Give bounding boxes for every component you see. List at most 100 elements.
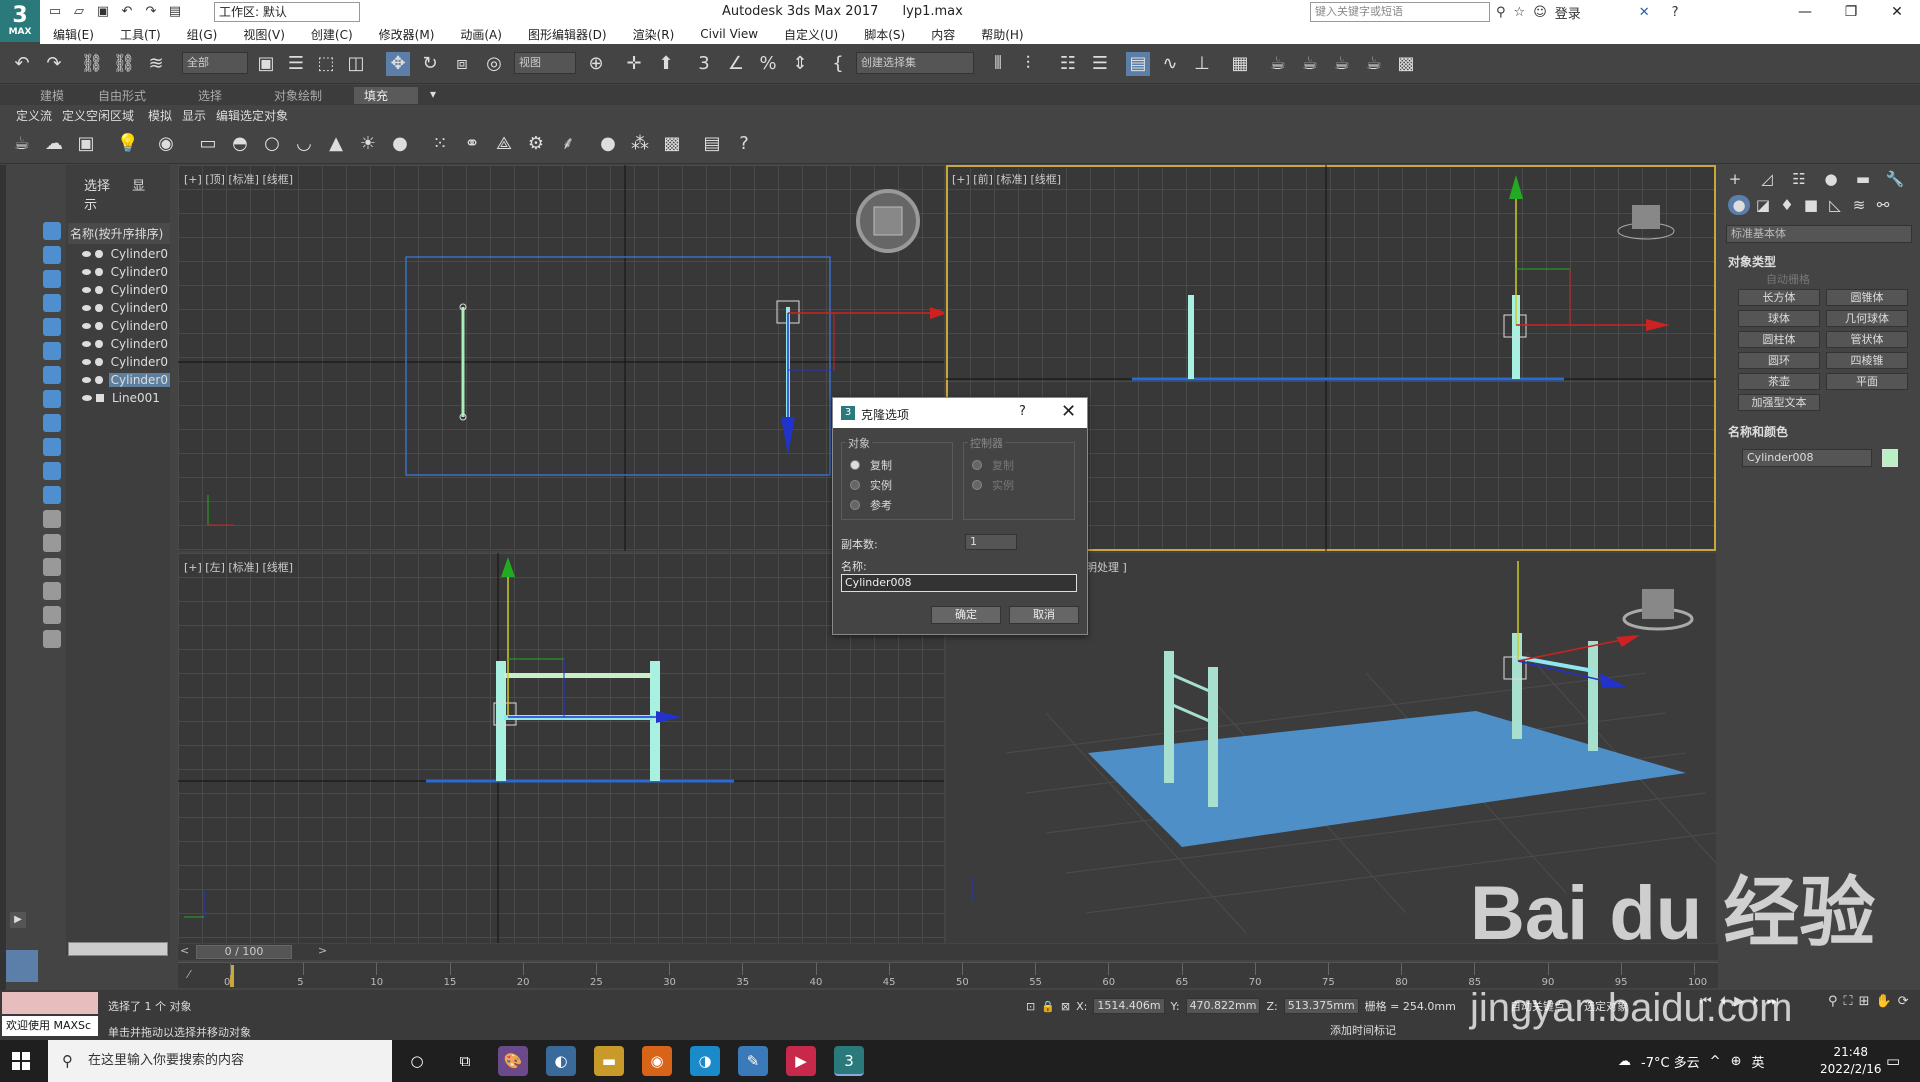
pan-icon[interactable]: ✋ [1876,994,1892,1009]
render-cloud-icon[interactable]: ☕ [1362,52,1386,76]
radio-instance[interactable]: 实例 [850,477,892,493]
eye-icon[interactable] [82,323,92,329]
zoom-icon[interactable]: ⚲ [1828,994,1838,1009]
eye-icon[interactable] [82,269,92,275]
hair-icon[interactable]: ⸙ [556,132,580,156]
task-view-icon[interactable]: ⧉ [450,1046,480,1076]
cameras-icon[interactable]: ■ [1800,195,1822,215]
add-time-tag[interactable]: 添加时间标记 [1330,1022,1396,1038]
ribbon-tab-modeling[interactable]: 建模 [40,87,64,104]
hierarchy-tab-icon[interactable]: ☷ [1788,169,1810,189]
keyboard-shortcut-icon[interactable]: ⬆ [654,52,678,76]
undo-icon[interactable]: ↶ [10,52,34,76]
isolate-icon[interactable]: ⊡ [1026,1000,1035,1013]
maxscript-listener[interactable] [2,992,98,1014]
minimize-icon[interactable]: — [1782,0,1828,24]
filter-frozen-icon[interactable] [43,462,61,480]
pyramid-button[interactable]: 四棱锥 [1826,352,1908,369]
menu-scripting[interactable]: 脚本(S) [851,26,918,43]
dynamics-icon[interactable]: ⚭ [460,132,484,156]
spacewarps-icon[interactable]: ≋ [1848,195,1870,215]
object-color-swatch[interactable] [1882,449,1898,467]
lights-icon[interactable]: ♦ [1776,195,1798,215]
bind-space-warp-icon[interactable]: ≋ [144,52,168,76]
project-icon[interactable]: ▤ [166,3,184,21]
track-bar[interactable]: 0 5 10 15 20 25 30 35 40 45 50 55 60 65 70 75 80 85 90 95 10… [178,962,1718,988]
motion-tab-icon[interactable]: ● [1820,169,1842,189]
taskbar-clock[interactable]: 21:48 2022/2/16 [1820,1044,1882,1078]
filter-funnel-icon[interactable] [43,582,61,600]
sphere-button[interactable]: 球体 [1738,310,1820,327]
subtab-edit-selected[interactable]: 编辑选定对象 [216,107,288,124]
help-icon[interactable]: ? [1672,5,1679,20]
camera-icon[interactable]: ◉ [154,132,178,156]
lock-icon[interactable]: 🔒 [1041,1000,1055,1013]
radio-copy[interactable]: 复制 [850,457,892,473]
rendered-frame-icon[interactable]: ☕ [1298,52,1322,76]
redo-icon[interactable]: ↷ [142,3,160,21]
menu-group[interactable]: 组(G) [174,26,231,43]
ribbon-tab-freeform[interactable]: 自由形式 [98,87,146,104]
autogrid-checkbox[interactable]: 自动栅格 [1766,271,1810,287]
cylinder-button[interactable]: 圆柱体 [1738,331,1820,348]
ok-button[interactable]: 确定 [931,606,1001,624]
y-coordinate-field[interactable]: 470.822mm [1185,998,1261,1014]
cortana-icon[interactable]: ○ [402,1046,432,1076]
ribbon-tab-populate[interactable]: 填充 [354,87,418,104]
cone-button[interactable]: 圆锥体 [1826,289,1908,306]
helpers-icon[interactable]: ◺ [1824,195,1846,215]
radio-dot[interactable] [850,460,860,470]
expand-arrow-icon[interactable]: ▶ [10,912,26,928]
filter-geometry-icon[interactable] [43,222,61,240]
cone-icon[interactable]: ▲ [324,132,348,156]
geometry-type-dropdown[interactable]: 标准基本体 [1726,225,1912,243]
plane-icon[interactable]: ▭ [196,132,220,156]
percent-snap-icon[interactable]: % [756,52,780,76]
moon-icon[interactable]: ● [388,132,412,156]
eye-icon[interactable] [82,395,92,401]
menu-edit[interactable]: 编辑(E) [40,26,107,43]
undo-icon[interactable]: ↶ [118,3,136,21]
filter-groups-icon[interactable] [43,366,61,384]
list-item[interactable]: Cylinder0 [82,353,170,371]
scale-icon[interactable]: ⧈ [450,52,474,76]
explorer-column-header[interactable]: 名称(按升序排序) [68,223,170,244]
rotate-icon[interactable]: ↻ [418,52,442,76]
list-item[interactable]: Line001 [82,389,170,407]
binoculars-icon[interactable]: ⚲ [1496,5,1506,20]
maxscript-mini[interactable]: 欢迎使用 MAXSc [2,1016,98,1036]
filter-cameras-icon[interactable] [43,294,61,312]
track-filter-icon[interactable]: ⁄ [188,968,190,981]
rollout-object-type[interactable]: 对象类型 [1728,253,1776,270]
open-file-icon[interactable]: ▱ [70,3,88,21]
filter-xrefs-icon[interactable] [43,390,61,408]
material-sphere-icon[interactable]: ● [596,132,620,156]
filter-spacewarps-icon[interactable] [43,342,61,360]
browser-app-icon[interactable]: ◐ [546,1046,576,1076]
teapot-button[interactable]: 茶壶 [1738,373,1820,390]
edge-icon[interactable]: ◑ [690,1046,720,1076]
absolute-mode-icon[interactable]: ⊠ [1061,1000,1070,1013]
zoom-all-icon[interactable]: ⛶ [1844,994,1853,1009]
eye-icon[interactable] [82,359,92,365]
render-icon[interactable]: ☕ [1330,52,1354,76]
curve-editor-icon[interactable]: ∿ [1158,52,1182,76]
close-icon[interactable]: ✕ [1874,0,1920,24]
weather-text[interactable]: -7°C 多云 [1641,1052,1700,1071]
paint-app-icon[interactable]: 🎨 [498,1046,528,1076]
viewport-top[interactable]: [+] [顶] [标准] [线框] [178,165,944,551]
viewport-left[interactable]: [+] [左] [标准] [线框] [178,553,944,943]
explorer-tab-select[interactable]: 选择 [84,179,110,194]
close-icon[interactable]: ✕ [1061,401,1076,422]
map-icon[interactable]: ⁂ [628,132,652,156]
help-icon[interactable]: ? [1019,404,1026,419]
network-icon[interactable]: ⊕ [1731,1054,1742,1069]
new-file-icon[interactable]: ▭ [46,3,64,21]
app-logo[interactable]: 3 MAX [0,0,40,42]
list-item-selected[interactable]: Cylinder0 [82,371,170,389]
particles-icon[interactable]: ⁙ [428,132,452,156]
media-app-icon[interactable]: ▶ [786,1046,816,1076]
geosphere-button[interactable]: 几何球体 [1826,310,1908,327]
selection-filter-dropdown[interactable]: 全部 [182,52,248,74]
ime-indicator[interactable]: 英 [1751,1052,1764,1071]
